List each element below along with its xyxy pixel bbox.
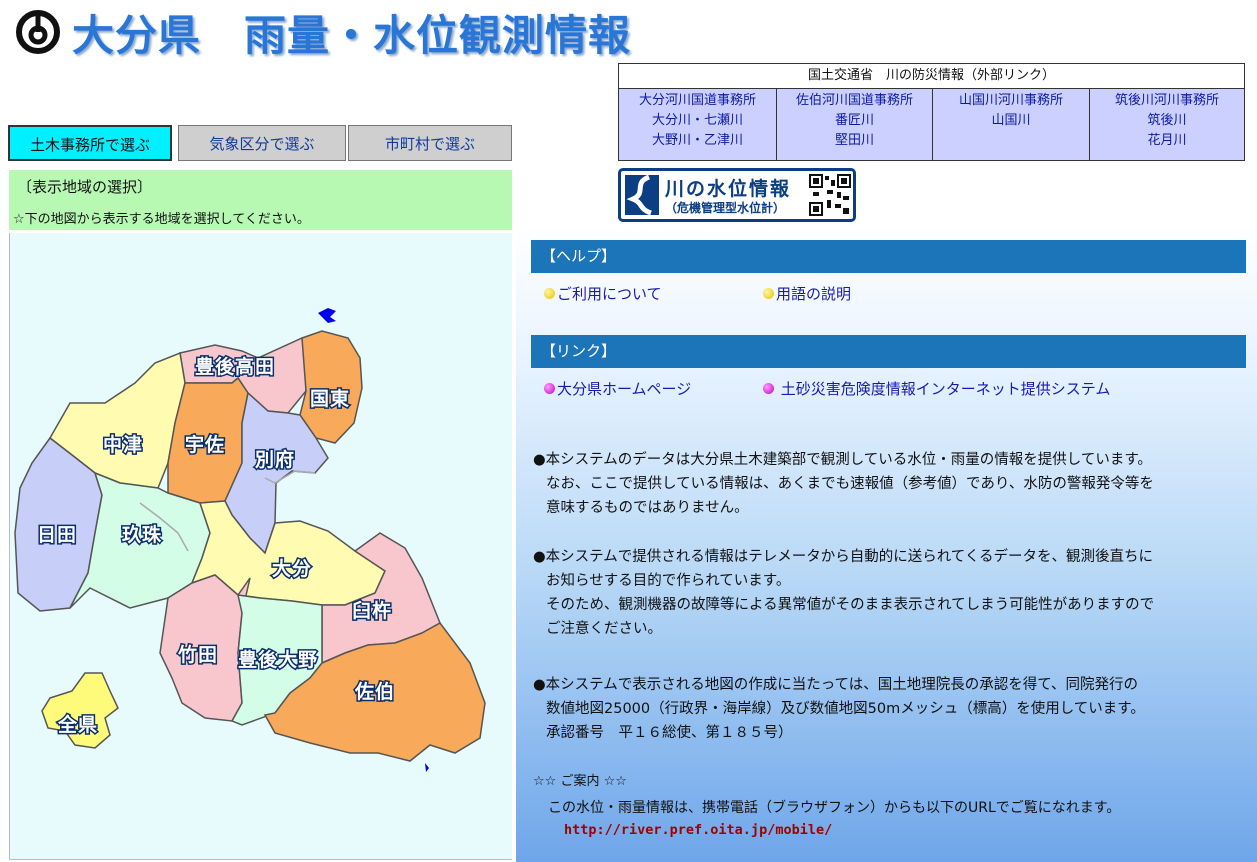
qr-code-icon xyxy=(809,174,851,216)
map-label-oita: 大分 xyxy=(272,557,312,580)
river-link[interactable]: 花月川 xyxy=(1090,131,1244,151)
notice-line: 意味するものではありません。 xyxy=(546,500,749,516)
map-label-bungotakada: 豊後高田 xyxy=(195,355,275,378)
notice-line: なお、ここで提供している情報は、あくまでも速報値（参考値）であり、水防の警報発令… xyxy=(546,476,1154,492)
link-landslide-system[interactable]: 土砂災害危険度情報インターネット提供システム xyxy=(763,378,1110,399)
content-background xyxy=(516,225,1257,862)
notice-map-approval: ●本システムで表示される地図の作成に当たっては、国土地理院長の承認を得て、同院発… xyxy=(533,673,1145,745)
help-link-usage[interactable]: ご利用について xyxy=(544,283,662,304)
bullet-icon xyxy=(763,288,774,299)
bullet-icon xyxy=(544,288,555,299)
tab-weather-district[interactable]: 気象区分で選ぶ xyxy=(178,125,346,161)
selection-tabs: 土木事務所で選ぶ 気象区分で選ぶ 市町村で選ぶ xyxy=(8,125,512,163)
bullet-icon xyxy=(763,383,774,394)
mlit-office-yamakuni: 山国川河川事務所 山国川 xyxy=(932,89,1089,160)
map-label-beppu: 別府 xyxy=(255,448,295,471)
mlit-office-chikugo: 筑後川河川事務所 筑後川 花月川 xyxy=(1089,89,1244,160)
map-label-all-prefecture: 全県 xyxy=(57,713,98,736)
office-link[interactable]: 大分河川国道事務所 xyxy=(619,91,776,111)
region-selection-panel: 〔表示地域の選択〕 ☆下の地図から表示する地域を選択してください。 xyxy=(9,170,512,230)
notice-line: ●本システムで表示される地図の作成に当たっては、国土地理院長の承認を得て、同院発… xyxy=(533,677,1138,693)
map-region-all-prefecture[interactable] xyxy=(41,672,119,749)
notice-line: 数値地図25000（行政界・海岸線）及び数値地図50mメッシュ（標高）を使用して… xyxy=(546,701,1145,717)
page-title: 大分県 雨量・水位観測情報 xyxy=(72,11,632,60)
map-label-bungoono: 豊後大野 xyxy=(238,648,318,671)
map-label-nakatsu: 中津 xyxy=(103,433,143,456)
notice-telemetry: ●本システムで提供される情報はテレメータから自動的に送られてくるデータを、観測後… xyxy=(533,545,1154,641)
notice-line: そのため、観測機器の故障等による異常値がそのまま表示されてしまう可能性があります… xyxy=(546,597,1155,613)
water-level-banner[interactable]: 川の水位情報 （危機管理型水位計） xyxy=(618,168,856,222)
map-label-usa: 宇佐 xyxy=(185,433,225,456)
banner-subtitle: （危機管理型水位計） xyxy=(665,201,786,215)
notice-line: ご注意ください。 xyxy=(546,621,662,637)
office-link[interactable]: 佐伯河川国道事務所 xyxy=(777,91,932,111)
river-link[interactable]: 大野川・乙津川 xyxy=(619,131,776,151)
map-region-kunisaki[interactable] xyxy=(299,330,363,444)
map-label-kusu: 玖珠 xyxy=(122,523,162,546)
help-link-glossary[interactable]: 用語の説明 xyxy=(763,283,851,304)
mlit-river-info-table: 国土交通省 川の防災情報（外部リンク） 大分河川国道事務所 大分川・七瀬川 大野… xyxy=(618,63,1245,161)
link-oita-homepage[interactable]: 大分県ホームページ xyxy=(544,378,691,399)
mlit-table-title: 国土交通省 川の防災情報（外部リンク） xyxy=(619,64,1244,89)
river-link[interactable]: 山国川 xyxy=(933,111,1089,131)
river-link[interactable]: 堅田川 xyxy=(777,131,932,151)
guide-title: ☆☆ ご案内 ☆☆ xyxy=(533,774,627,789)
notice-line: 承認番号 平１６総使、第１８５号） xyxy=(546,725,793,741)
river-wave-icon xyxy=(625,175,659,215)
region-selection-instruction: ☆下の地図から表示する地域を選択してください。 xyxy=(13,212,310,227)
links-section-header: 【リンク】 xyxy=(531,335,1246,368)
office-link[interactable]: 山国川河川事務所 xyxy=(933,91,1089,111)
link-oita-homepage-label: 大分県ホームページ xyxy=(557,380,692,398)
bullet-icon xyxy=(544,383,555,394)
help-section-header: 【ヘルプ】 xyxy=(531,240,1246,273)
guide-text: この水位・雨量情報は、携帯電話（ブラウザフォン）からも以下のURLでご覧になれま… xyxy=(548,800,1121,816)
tab-municipality[interactable]: 市町村で選ぶ xyxy=(348,125,512,161)
notice-line: ●本システムのデータは大分県土木建築部で観測している水位・雨量の情報を提供してい… xyxy=(533,452,1152,468)
map-label-taketa: 竹田 xyxy=(177,643,218,666)
oita-prefecture-emblem-icon xyxy=(16,10,60,54)
river-link[interactable]: 筑後川 xyxy=(1090,111,1244,131)
office-link[interactable]: 筑後川河川事務所 xyxy=(1090,91,1244,111)
map-label-kunisaki: 国東 xyxy=(310,387,350,410)
coastline-island-icon xyxy=(425,763,429,772)
region-selection-title: 〔表示地域の選択〕 xyxy=(17,178,153,196)
map-label-usuki: 臼杵 xyxy=(352,599,392,622)
river-link[interactable]: 大分川・七瀬川 xyxy=(619,111,776,131)
mlit-office-saiki: 佐伯河川国道事務所 番匠川 堅田川 xyxy=(776,89,932,160)
map-label-hita: 日田 xyxy=(37,524,77,546)
map-label-saiki: 佐伯 xyxy=(354,680,395,703)
notice-line: お知らせする目的で作られています。 xyxy=(546,573,791,589)
banner-title: 川の水位情報 xyxy=(665,178,792,200)
coastline-island-icon xyxy=(318,308,336,323)
help-link-usage-label: ご利用について xyxy=(557,285,662,303)
link-landslide-system-label: 土砂災害危険度情報インターネット提供システム xyxy=(780,380,1111,398)
mobile-url-link[interactable]: http://river.pref.oita.jp/mobile/ xyxy=(564,822,832,838)
help-link-glossary-label: 用語の説明 xyxy=(776,285,852,303)
page-header: 大分県 雨量・水位観測情報 xyxy=(0,0,630,60)
region-map: 豊後高田 国東 中津 宇佐 別府 日田 玖珠 大分 臼杵 竹田 豊後大野 佐伯 … xyxy=(9,233,512,860)
river-link[interactable]: 番匠川 xyxy=(777,111,932,131)
notice-line: ●本システムで提供される情報はテレメータから自動的に送られてくるデータを、観測後… xyxy=(533,549,1154,565)
tab-civil-engineering-office[interactable]: 土木事務所で選ぶ xyxy=(8,125,172,161)
notice-data-source: ●本システムのデータは大分県土木建築部で観測している水位・雨量の情報を提供してい… xyxy=(533,448,1154,520)
mlit-office-oita: 大分河川国道事務所 大分川・七瀬川 大野川・乙津川 xyxy=(619,89,776,160)
